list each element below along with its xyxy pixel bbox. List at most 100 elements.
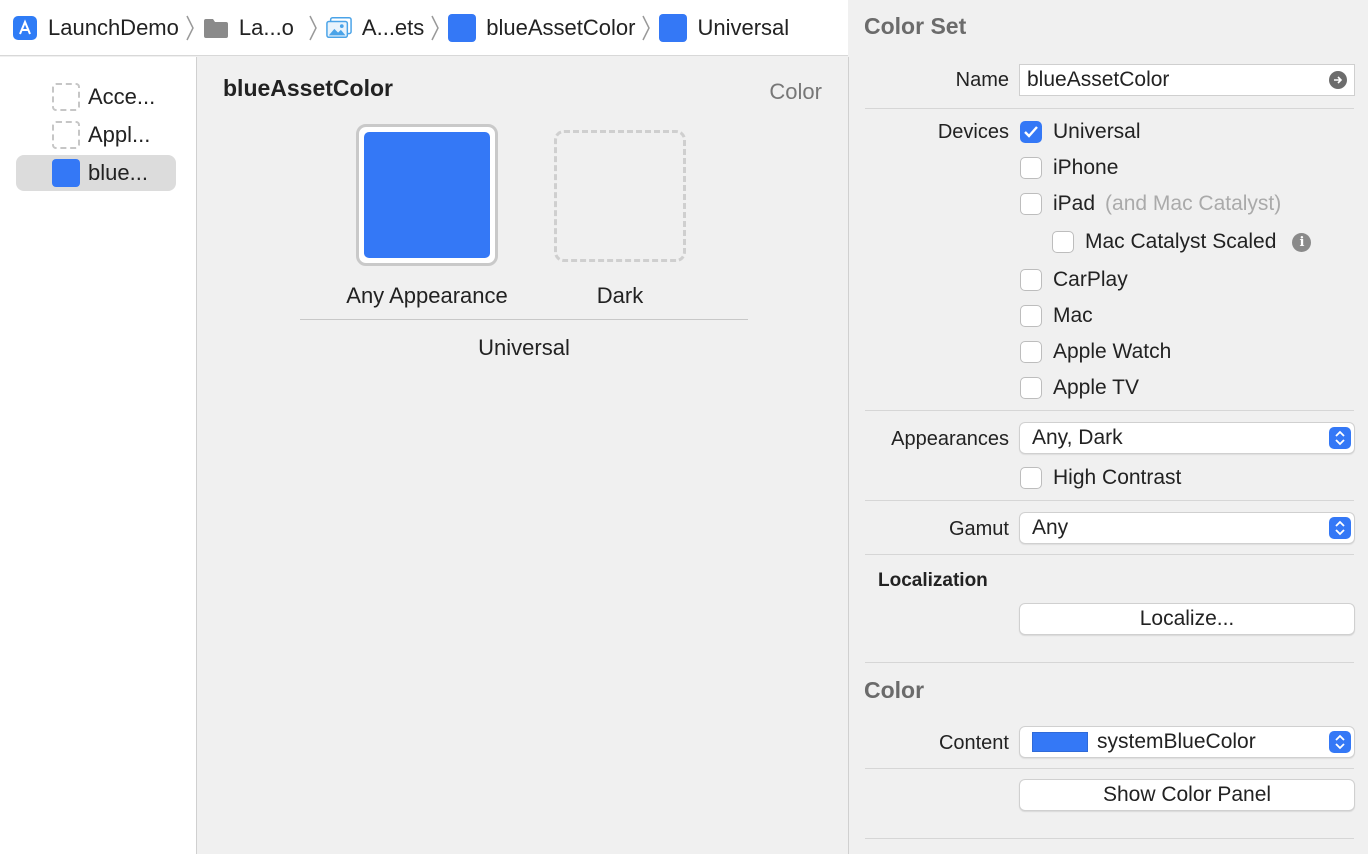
checkbox-box	[1052, 231, 1074, 253]
asset-list-item-label: Appl...	[88, 122, 151, 147]
appearances-label: Appearances	[891, 428, 1009, 450]
divider	[865, 410, 1354, 411]
asset-title: blueAssetColor	[223, 75, 393, 101]
group-divider	[300, 319, 748, 320]
checkbox-label: iPad	[1053, 192, 1096, 215]
divider	[865, 768, 1354, 769]
asset-list: Acce... Appl... blue...	[0, 57, 197, 854]
mac-catalyst-scaled-checkbox[interactable]: Mac Catalyst Scaled i	[1052, 230, 1312, 254]
section-title-color-set: Color Set	[864, 13, 967, 39]
checkbox-box	[1020, 377, 1042, 399]
ipad-checkbox[interactable]: iPad (and Mac Catalyst)	[1020, 192, 1281, 216]
breadcrumb-item-group[interactable]: La...o	[203, 15, 294, 41]
arrow-right-circle-icon[interactable]	[1329, 71, 1347, 89]
attributes-inspector: Color Set Name blueAssetColor Devices Un…	[849, 0, 1368, 854]
any-appearance-label: Any Appearance	[346, 283, 508, 308]
popup-value: systemBlueColor	[1097, 730, 1256, 753]
iphone-checkbox[interactable]: iPhone	[1020, 156, 1118, 180]
color-fill	[364, 132, 490, 258]
chevron-right-icon	[185, 14, 195, 42]
checkbox-box	[1020, 269, 1042, 291]
content-popup[interactable]: systemBlueColor	[1019, 726, 1355, 758]
dark-appearance-label: Dark	[596, 283, 644, 308]
name-field-value: blueAssetColor	[1027, 68, 1170, 91]
name-label: Name	[955, 69, 1009, 91]
color-swatch-icon	[52, 159, 80, 187]
checkbox-label: Universal	[1053, 120, 1141, 143]
checkbox-box	[1020, 157, 1042, 179]
checkbox-label: Apple TV	[1053, 376, 1139, 399]
checkmark-icon	[1020, 121, 1042, 143]
group-label: Universal	[478, 335, 570, 360]
divider	[865, 108, 1354, 109]
asset-list-item[interactable]: Acce...	[16, 79, 176, 115]
asset-list-item-label: blue...	[88, 160, 148, 185]
info-icon[interactable]: i	[1292, 232, 1312, 252]
gamut-popup[interactable]: Any	[1019, 512, 1355, 544]
asset-list-item-selected[interactable]: blue...	[16, 155, 176, 191]
checkbox-label: High Contrast	[1053, 466, 1182, 489]
checkbox-label: Mac Catalyst Scaled	[1085, 230, 1277, 253]
asset-list-item-label: Acce...	[88, 84, 156, 109]
any-appearance-color-well[interactable]	[356, 124, 498, 266]
breadcrumb-item-project[interactable]: LaunchDemo	[12, 15, 179, 41]
chevron-right-icon	[430, 14, 440, 42]
divider	[865, 500, 1354, 501]
xcode-app-icon	[12, 15, 38, 41]
divider	[865, 662, 1354, 663]
breadcrumb-label: LaunchDemo	[48, 14, 179, 40]
chevron-right-icon	[641, 14, 651, 42]
breadcrumb-label: Universal	[697, 14, 790, 40]
divider	[865, 838, 1354, 839]
color-chip	[1032, 732, 1088, 752]
localize-button[interactable]: Localize...	[1019, 603, 1355, 635]
checkbox-box	[1020, 467, 1042, 489]
breadcrumb-item-assets[interactable]: A...ets	[326, 15, 424, 41]
high-contrast-checkbox[interactable]: High Contrast	[1020, 466, 1181, 490]
breadcrumb-label: A...ets	[361, 14, 425, 40]
checkbox-label: Mac	[1053, 304, 1093, 327]
name-field[interactable]: blueAssetColor	[1019, 64, 1355, 96]
appearances-popup[interactable]: Any, Dark	[1019, 422, 1355, 454]
divider	[865, 554, 1354, 555]
empty-asset-icon	[52, 121, 80, 149]
apple-tv-checkbox[interactable]: Apple TV	[1020, 376, 1139, 400]
checkbox-label: Apple Watch	[1053, 340, 1172, 363]
popup-value: Any, Dark	[1032, 426, 1123, 449]
breadcrumb: LaunchDemo La...o A...ets blueAssetColor…	[0, 0, 848, 56]
chevron-up-down-icon	[1329, 427, 1351, 449]
color-swatch-icon	[659, 13, 688, 42]
mac-checkbox[interactable]: Mac	[1020, 304, 1093, 328]
color-swatch-icon	[448, 13, 477, 42]
chevron-up-down-icon	[1329, 731, 1351, 753]
section-title-color: Color	[864, 677, 925, 703]
devices-label: Devices	[937, 121, 1009, 143]
apple-watch-checkbox[interactable]: Apple Watch	[1020, 340, 1171, 364]
ipad-note: (and Mac Catalyst)	[1105, 192, 1282, 215]
empty-asset-icon	[52, 83, 80, 111]
checkbox-label: CarPlay	[1053, 268, 1128, 291]
chevron-up-down-icon	[1329, 517, 1351, 539]
asset-editor: blueAssetColor Color Any Appearance Dark…	[197, 57, 849, 854]
breadcrumb-label: blueAssetColor	[486, 14, 636, 40]
popup-value: Any	[1032, 516, 1069, 539]
folder-icon	[203, 15, 229, 41]
asset-list-item[interactable]: Appl...	[16, 117, 176, 153]
carplay-checkbox[interactable]: CarPlay	[1020, 268, 1128, 292]
content-label: Content	[938, 732, 1009, 754]
show-color-panel-button[interactable]: Show Color Panel	[1019, 779, 1355, 811]
universal-checkbox[interactable]: Universal	[1020, 120, 1141, 144]
breadcrumb-label: La...o	[238, 14, 294, 40]
localization-title: Localization	[878, 570, 988, 591]
asset-type-label: Color	[769, 79, 822, 104]
checkbox-box	[1020, 341, 1042, 363]
checkbox-label: iPhone	[1053, 156, 1119, 179]
asset-catalog-icon	[326, 15, 352, 41]
checkbox-box	[1020, 193, 1042, 215]
breadcrumb-item-universal[interactable]: Universal	[659, 13, 790, 42]
chevron-right-icon	[308, 14, 318, 42]
breadcrumb-item-color-set[interactable]: blueAssetColor	[448, 13, 636, 42]
checkbox-box	[1020, 305, 1042, 327]
gamut-label: Gamut	[948, 518, 1009, 540]
dark-appearance-color-well[interactable]	[554, 130, 686, 262]
